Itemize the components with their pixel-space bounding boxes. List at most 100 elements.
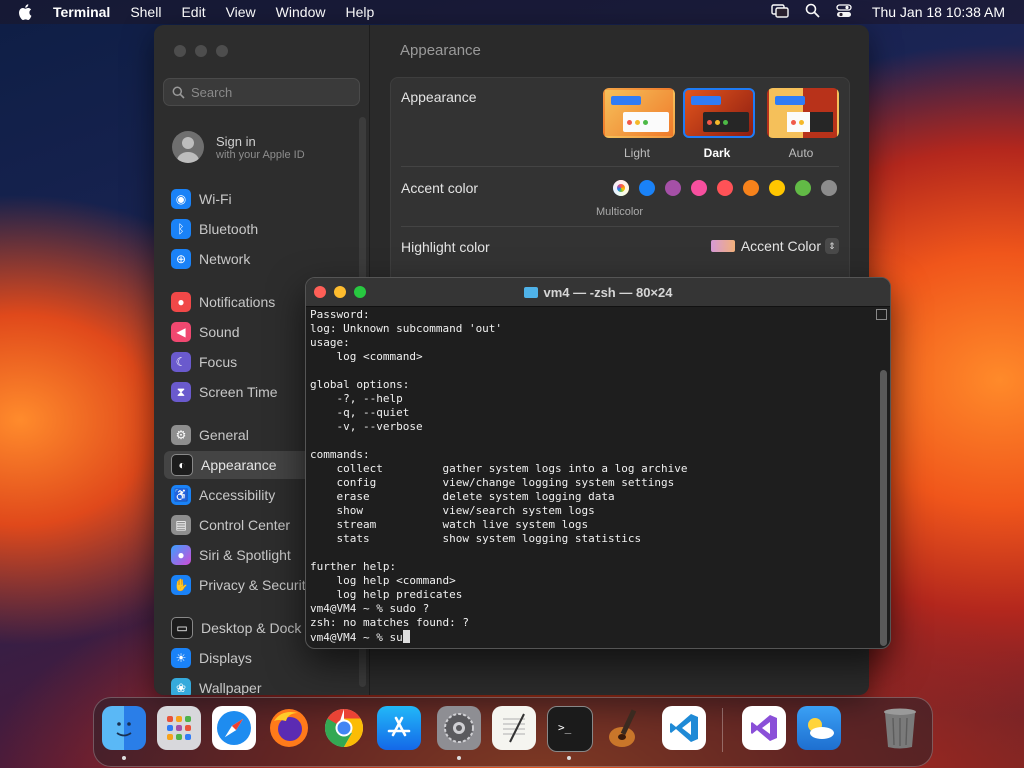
sidebar-item-label: Wi-Fi <box>199 191 232 207</box>
bell-icon: ● <box>171 292 191 312</box>
split-pane-icon[interactable] <box>876 309 887 320</box>
appearance-icon: ◐ <box>171 454 193 476</box>
accent-blue[interactable] <box>639 180 655 196</box>
trash-icon[interactable] <box>878 706 922 750</box>
menu-help[interactable]: Help <box>345 4 374 20</box>
sidebar-item-label: Appearance <box>201 457 277 473</box>
accent-multicolor[interactable] <box>613 180 629 196</box>
system-settings-icon[interactable] <box>437 706 481 750</box>
chrome-icon[interactable] <box>322 706 366 750</box>
control-center-icon[interactable] <box>836 3 852 21</box>
accent-color-label: Accent color <box>401 180 479 196</box>
spotlight-search-icon[interactable] <box>805 3 820 21</box>
theme-auto-thumb <box>767 88 839 138</box>
accent-pink[interactable] <box>691 180 707 196</box>
sidebar-item-wallpaper[interactable]: ❀ Wallpaper <box>164 674 354 695</box>
accent-yellow[interactable] <box>769 180 785 196</box>
terminal-line: log help <command> <box>310 574 456 587</box>
sidebar-item-label: Privacy & Security <box>199 577 313 593</box>
theme-dark[interactable]: Dark <box>683 88 755 160</box>
sidebar-item-bluetooth[interactable]: ᛒ Bluetooth <box>164 215 354 243</box>
sidebar-item-label: General <box>199 427 249 443</box>
sidebar-item-wifi[interactable]: ◉ Wi-Fi <box>164 185 354 213</box>
sidebar-item-label: Displays <box>199 650 252 666</box>
apple-menu-icon[interactable] <box>18 4 34 20</box>
text-cursor <box>402 630 410 643</box>
globe-icon: ⊕ <box>171 249 191 269</box>
apple-id-signin[interactable]: Sign in with your Apple ID <box>172 131 305 163</box>
zoom-button[interactable] <box>216 45 228 57</box>
sidebar-item-network[interactable]: ⊕ Network <box>164 245 354 273</box>
highlight-color-popup[interactable]: Accent Color ⇕ <box>710 238 839 254</box>
terminal-line: -q, --quiet <box>310 406 410 419</box>
terminal-prompt-text: vm4@VM4 ~ % su <box>310 631 403 644</box>
vscode-icon[interactable] <box>662 706 706 750</box>
divider <box>401 166 839 167</box>
theme-auto[interactable]: Auto <box>767 88 839 160</box>
screen-mirroring-icon[interactable] <box>771 3 789 21</box>
moon-icon: ☾ <box>171 352 191 372</box>
terminal-prompt-line[interactable]: vm4@VM4 ~ % su <box>310 630 870 645</box>
minimize-button[interactable] <box>195 45 207 57</box>
firefox-icon[interactable] <box>267 706 311 750</box>
gear-icon: ⚙ <box>171 425 191 445</box>
terminal-line: usage: <box>310 336 350 349</box>
terminal-scrollbar[interactable] <box>880 370 887 646</box>
terminal-line: zsh: no matches found: ? <box>310 616 469 629</box>
garageband-icon[interactable] <box>602 706 646 750</box>
accent-red[interactable] <box>717 180 733 196</box>
menu-view[interactable]: View <box>226 4 256 20</box>
launchpad-icon[interactable] <box>157 706 201 750</box>
appearance-panel: Appearance Light Dark Auto Accent color … <box>390 77 850 299</box>
sidebar-item-label: Sound <box>199 324 240 340</box>
menu-bar: Terminal Shell Edit View Window Help Thu… <box>0 0 1024 24</box>
terminal-line: Password: <box>310 308 370 321</box>
svg-text:>_: >_ <box>558 721 572 734</box>
signin-title: Sign in <box>216 133 256 149</box>
app-store-icon[interactable] <box>377 706 421 750</box>
menu-shell[interactable]: Shell <box>130 4 161 20</box>
hourglass-icon: ⧗ <box>171 382 191 402</box>
finder-icon[interactable] <box>102 706 146 750</box>
terminal-window: vm4 — -zsh — 80×24 Password: log: Unknown… <box>305 277 891 649</box>
search-field[interactable]: Search <box>163 78 360 106</box>
menu-clock[interactable]: Thu Jan 18 10:38 AM <box>872 4 1005 20</box>
accent-purple[interactable] <box>665 180 681 196</box>
hand-icon: ✋ <box>171 575 191 595</box>
theme-dark-label: Dark <box>703 146 731 160</box>
menu-edit[interactable]: Edit <box>181 4 205 20</box>
divider <box>401 226 839 227</box>
terminal-icon[interactable]: >_ <box>547 706 593 752</box>
close-button[interactable] <box>174 45 186 57</box>
weather-icon[interactable] <box>797 706 841 750</box>
sidebar-item-label: Screen Time <box>199 384 278 400</box>
terminal-title: vm4 — -zsh — 80×24 <box>306 285 890 300</box>
safari-icon[interactable] <box>212 706 256 750</box>
sidebar-item-label: Notifications <box>199 294 276 310</box>
visual-studio-icon[interactable] <box>742 706 786 750</box>
menu-app-name[interactable]: Terminal <box>53 4 110 20</box>
terminal-output[interactable]: Password: log: Unknown subcommand 'out' us… <box>310 308 870 646</box>
terminal-line: show view/search system logs <box>310 504 595 517</box>
terminal-titlebar[interactable]: vm4 — -zsh — 80×24 <box>306 278 890 307</box>
theme-light[interactable]: Light <box>603 88 675 160</box>
running-indicator <box>457 756 461 760</box>
terminal-line: collect gather system logs into a log ar… <box>310 462 688 475</box>
textedit-icon[interactable] <box>492 706 536 750</box>
window-controls-inactive <box>174 45 228 57</box>
terminal-line: log: Unknown subcommand 'out' <box>310 322 503 335</box>
accent-graphite[interactable] <box>821 180 837 196</box>
menu-window[interactable]: Window <box>276 4 326 20</box>
wallpaper-icon: ❀ <box>171 678 191 695</box>
dock-separator <box>722 708 723 752</box>
terminal-line: global options: <box>310 378 410 391</box>
terminal-title-text: vm4 — -zsh — 80×24 <box>543 285 673 300</box>
accent-selected-caption: Multicolor <box>596 206 644 218</box>
accent-orange[interactable] <box>743 180 759 196</box>
terminal-line: config view/change logging system settin… <box>310 476 675 489</box>
running-indicator <box>567 756 571 760</box>
accent-green[interactable] <box>795 180 811 196</box>
theme-light-label: Light <box>623 146 651 160</box>
page-title: Appearance <box>400 42 481 59</box>
